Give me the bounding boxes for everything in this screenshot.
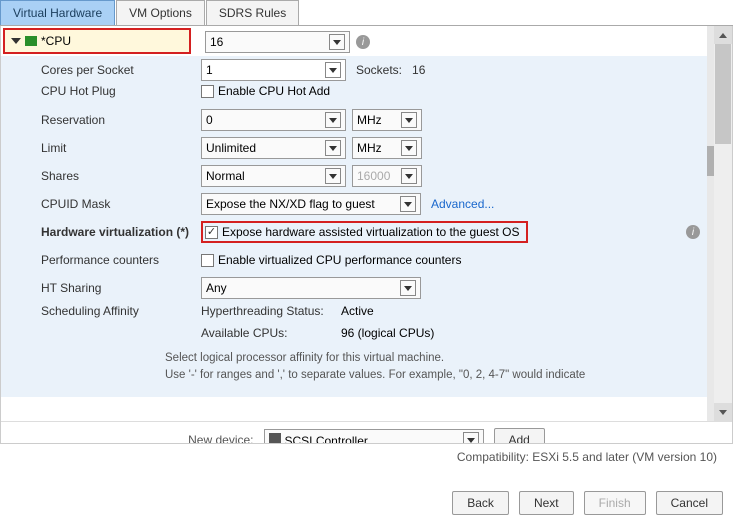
scroll-up-icon[interactable] <box>714 26 732 44</box>
ht-status-value: Active <box>341 304 374 318</box>
htsharing-label: HT Sharing <box>41 281 201 295</box>
hotplug-checkbox[interactable] <box>201 85 214 98</box>
affinity-help-2: Use '-' for ranges and ',' to separate v… <box>165 367 714 384</box>
tab-sdrs-rules[interactable]: SDRS Rules <box>206 0 299 25</box>
compatibility-text: Compatibility: ESXi 5.5 and later (VM ve… <box>0 444 733 468</box>
cancel-button[interactable]: Cancel <box>656 491 723 515</box>
finish-button: Finish <box>584 491 646 515</box>
chevron-down-icon <box>11 38 21 44</box>
cores-per-socket-select[interactable]: 1 <box>201 59 346 81</box>
scsi-icon <box>269 433 281 445</box>
hotplug-checkbox-label: Enable CPU Hot Add <box>218 84 330 98</box>
next-button[interactable]: Next <box>519 491 574 515</box>
avail-cpus-value: 96 (logical CPUs) <box>341 326 434 340</box>
scroll-down-icon[interactable] <box>714 403 732 421</box>
hardware-panel: *CPU 16 i Cores per Socket 1 Sockets: 16 <box>0 26 733 444</box>
cores-per-socket-label: Cores per Socket <box>41 63 201 77</box>
shares-label: Shares <box>41 169 201 183</box>
limit-unit-select[interactable]: MHz <box>352 137 422 159</box>
reservation-label: Reservation <box>41 113 201 127</box>
hwvirt-highlight: Expose hardware assisted virtualization … <box>201 221 528 243</box>
cpuid-mask-select[interactable]: Expose the NX/XD flag to guest <box>201 193 421 215</box>
info-icon[interactable]: i <box>356 35 370 49</box>
perfcounters-checkbox[interactable] <box>201 254 214 267</box>
tab-virtual-hardware[interactable]: Virtual Hardware <box>0 0 115 25</box>
limit-select[interactable]: Unlimited <box>201 137 346 159</box>
back-button[interactable]: Back <box>452 491 509 515</box>
cpu-chip-icon <box>25 36 37 46</box>
sockets-label: Sockets: <box>356 63 402 77</box>
cpu-section-label: *CPU <box>41 34 71 48</box>
hwvirt-checkbox-label: Expose hardware assisted virtualization … <box>222 225 520 239</box>
hwvirt-label: Hardware virtualization (*) <box>41 225 201 239</box>
cpu-hotplug-label: CPU Hot Plug <box>41 84 201 98</box>
perfcounters-checkbox-label: Enable virtualized CPU performance count… <box>218 253 461 267</box>
scrollbar[interactable] <box>714 26 732 421</box>
add-button[interactable]: Add <box>494 428 545 444</box>
cores-per-socket-value: 1 <box>206 63 213 77</box>
perfcounters-label: Performance counters <box>41 253 201 267</box>
sockets-value: 16 <box>412 63 425 77</box>
tab-vm-options[interactable]: VM Options <box>116 0 205 25</box>
cpu-count-value: 16 <box>210 35 223 49</box>
shares-select[interactable]: Normal <box>201 165 346 187</box>
info-icon[interactable]: i <box>686 225 700 239</box>
scheduling-affinity-label: Scheduling Affinity <box>41 304 201 318</box>
shares-number-select: 16000 <box>352 165 422 187</box>
hwvirt-checkbox[interactable] <box>205 226 218 239</box>
cpuid-advanced-link[interactable]: Advanced... <box>431 197 494 211</box>
htsharing-select[interactable]: Any <box>201 277 421 299</box>
inner-scroll-thumb[interactable] <box>707 146 714 176</box>
new-device-label: New device: <box>188 433 253 444</box>
avail-cpus-label: Available CPUs: <box>201 326 341 340</box>
cpu-count-select[interactable]: 16 <box>205 31 350 53</box>
new-device-select[interactable]: SCSI Controller <box>264 429 484 444</box>
reservation-unit-select[interactable]: MHz <box>352 109 422 131</box>
inner-scroll-track <box>707 26 714 421</box>
tab-bar: Virtual Hardware VM Options SDRS Rules <box>0 0 733 26</box>
cpu-section-header[interactable]: *CPU <box>3 28 191 54</box>
limit-label: Limit <box>41 141 201 155</box>
wizard-footer: Back Next Finish Cancel <box>452 491 723 515</box>
affinity-help-1: Select logical processor affinity for th… <box>165 350 714 367</box>
scroll-thumb[interactable] <box>715 44 731 144</box>
reservation-select[interactable]: 0 <box>201 109 346 131</box>
ht-status-label: Hyperthreading Status: <box>201 304 341 318</box>
new-device-row: New device: SCSI Controller Add <box>1 421 732 444</box>
cpuid-mask-label: CPUID Mask <box>41 197 201 211</box>
